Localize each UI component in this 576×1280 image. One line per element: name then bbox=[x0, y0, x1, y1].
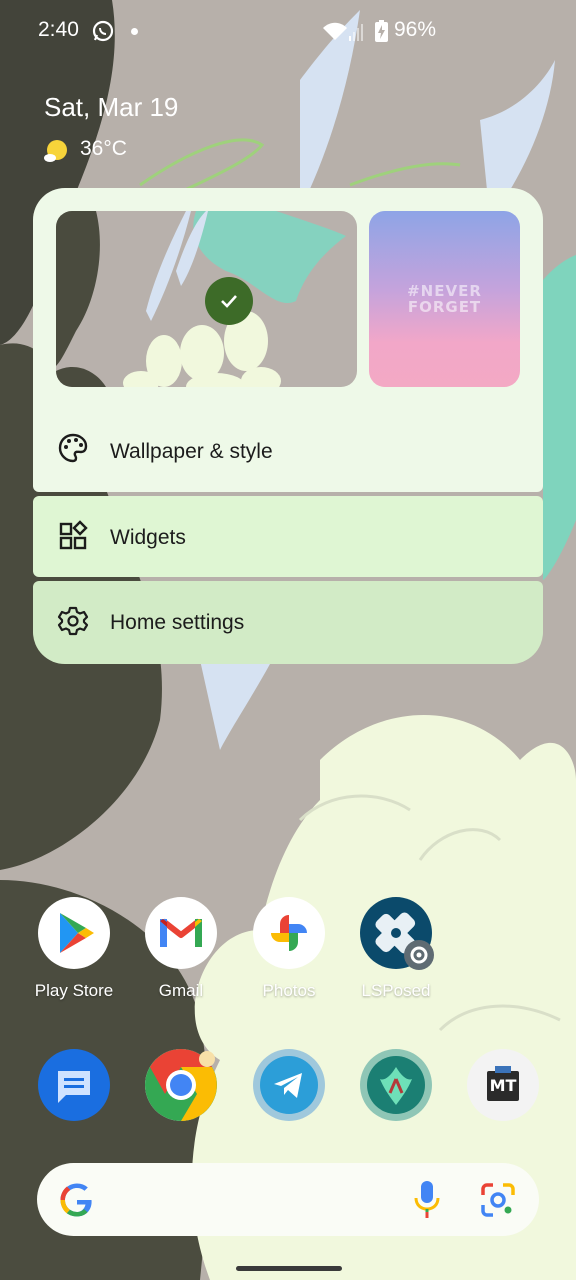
palette-icon bbox=[58, 433, 88, 463]
wallpaper-style-item[interactable]: Wallpaper & style bbox=[33, 418, 543, 478]
google-search-bar[interactable] bbox=[37, 1163, 539, 1236]
battery-percentage: 96% bbox=[394, 18, 437, 41]
alternate-wallpaper-preview[interactable]: #NEVER FORGET bbox=[369, 211, 520, 387]
sunny-icon bbox=[44, 140, 67, 162]
battery-charging-icon bbox=[375, 20, 388, 42]
widgets-item[interactable]: Widgets bbox=[33, 496, 543, 577]
glance-date[interactable]: Sat, Mar 19 bbox=[44, 92, 178, 123]
app-label: Gmail bbox=[158, 981, 204, 1000]
app-label: LSPosed bbox=[361, 981, 431, 1000]
messages-icon bbox=[38, 1049, 110, 1121]
telegram-icon bbox=[253, 1049, 325, 1121]
app-label: Photos bbox=[262, 981, 316, 1000]
wallpaper-card: #NEVER FORGET Wallpaper & style bbox=[33, 188, 543, 492]
gesture-nav-bar[interactable] bbox=[236, 1266, 342, 1271]
widgets-icon bbox=[59, 520, 88, 550]
microphone-icon[interactable] bbox=[412, 1179, 442, 1221]
widgets-label: Widgets bbox=[110, 526, 186, 549]
selected-check-icon bbox=[205, 277, 253, 325]
home-settings-label: Home settings bbox=[110, 611, 245, 634]
gmail-icon bbox=[145, 897, 217, 969]
current-wallpaper-preview[interactable] bbox=[56, 211, 357, 387]
app-label: Play Store bbox=[34, 981, 114, 1000]
magisk-icon bbox=[360, 1049, 432, 1121]
notification-dot bbox=[131, 28, 138, 35]
home-settings-item[interactable]: Home settings bbox=[33, 581, 543, 664]
notification-dot bbox=[199, 1051, 215, 1067]
temperature: 36°C bbox=[80, 137, 127, 160]
wifi-icon bbox=[323, 22, 347, 40]
work-badge-gear-icon bbox=[404, 940, 434, 970]
google-logo-icon bbox=[60, 1183, 92, 1217]
signal-icon bbox=[349, 24, 363, 41]
home-popup-menu: #NEVERFORGET Wallpaper & style Widgets bbox=[33, 188, 543, 664]
status-bar: 2:40 96% bbox=[0, 0, 576, 64]
wallpaper-style-label: Wallpaper & style bbox=[110, 440, 273, 463]
wallpaper-text: #NEVER FORGET bbox=[407, 282, 482, 316]
play-store-icon bbox=[38, 897, 110, 969]
mt-text: MT bbox=[489, 1076, 517, 1095]
status-time: 2:40 bbox=[38, 18, 79, 41]
gear-icon bbox=[57, 606, 89, 636]
lens-icon[interactable] bbox=[479, 1181, 517, 1219]
whatsapp-icon bbox=[92, 20, 114, 42]
mt-manager-icon: MT bbox=[467, 1049, 539, 1121]
photos-icon bbox=[253, 897, 325, 969]
